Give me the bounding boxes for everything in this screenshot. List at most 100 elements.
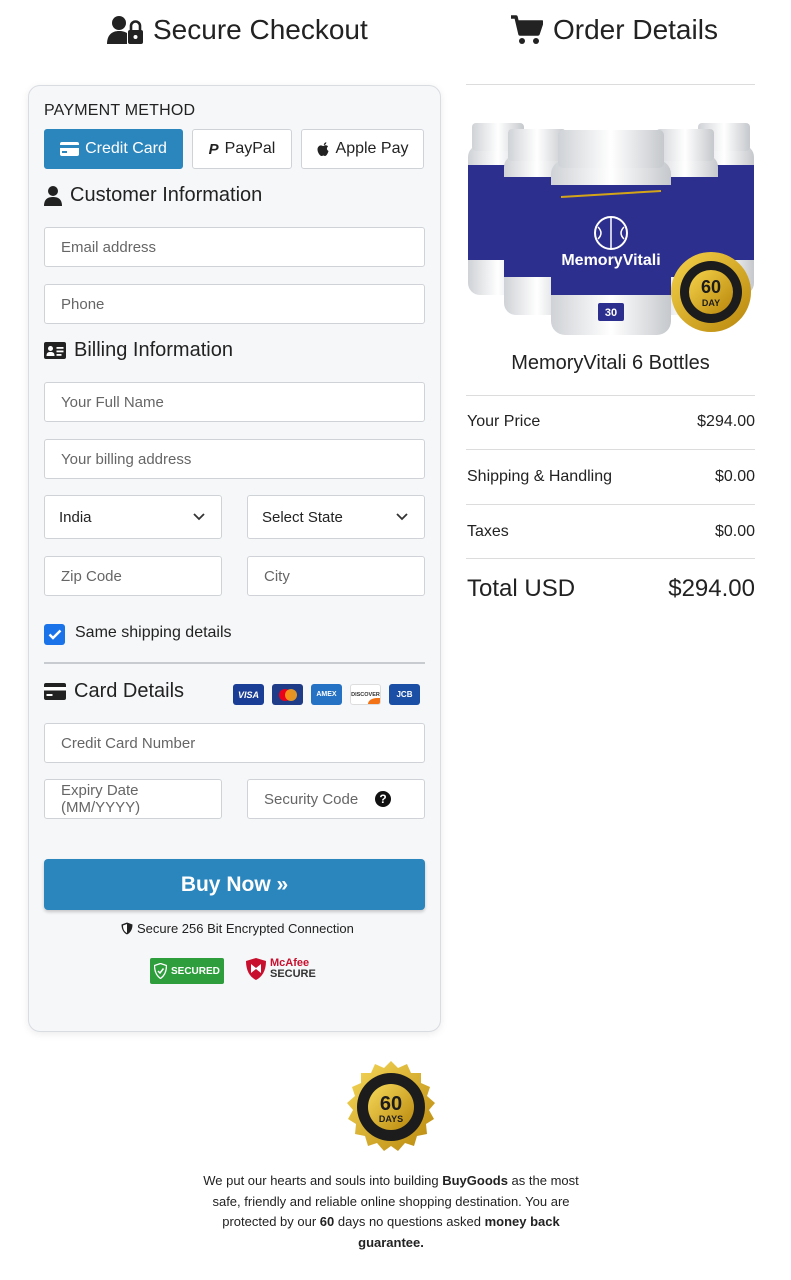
visa-logo: VISA	[233, 684, 264, 705]
guarantee-seal-days: DAYS	[379, 1114, 403, 1124]
user-lock-icon	[107, 16, 143, 44]
guarantee-seal-number: 60	[380, 1093, 402, 1115]
money-back-seal-small: 60 DAY	[671, 252, 751, 332]
billing-address-field[interactable]: Your billing address	[44, 439, 425, 479]
card-number-placeholder: Credit Card Number	[61, 734, 196, 752]
order-title: Order Details	[553, 14, 718, 45]
taxes-value: $0.00	[714, 523, 755, 540]
state-select[interactable]: Select State	[247, 495, 425, 539]
product-image: MemoryVitali 30 60 DAY	[468, 123, 754, 335]
order-rule	[466, 449, 755, 450]
total-value: $294.00	[668, 575, 755, 602]
zip-code-field[interactable]: Zip Code	[44, 556, 222, 596]
city-placeholder: City	[264, 567, 290, 585]
email-placeholder: Email address	[61, 238, 157, 256]
seal-day-text: DAY	[702, 298, 720, 308]
mcafee-secure-label: SECURE	[270, 968, 316, 980]
your-price-value: $294.00	[697, 413, 755, 430]
bottle-count-text: 30	[605, 307, 617, 319]
order-rule	[466, 558, 755, 559]
credit-card-option-label: Credit Card	[85, 140, 167, 157]
card-number-field[interactable]: Credit Card Number	[44, 723, 425, 763]
jcb-logo: JCB	[389, 684, 420, 705]
chevron-down-icon	[193, 513, 205, 521]
discover-label: DISCOVER	[351, 691, 380, 698]
expiry-date-field[interactable]: Expiry Date (MM/YYYY)	[44, 779, 222, 819]
id-card-icon	[44, 342, 66, 359]
paypal-icon: P	[208, 140, 219, 158]
taxes-label: Taxes	[467, 523, 509, 540]
apple-icon	[317, 141, 329, 156]
guarantee-days: 60	[319, 1214, 335, 1229]
trustguard-label: SECURED	[171, 965, 220, 977]
shipping-value: $0.00	[714, 468, 755, 485]
page-title: Secure Checkout	[153, 14, 368, 45]
billing-info-label: Billing Information	[74, 339, 233, 361]
accepted-cards: VISA AMEX DISCOVER JCB	[233, 684, 420, 705]
money-back-guarantee-seal: 60 DAYS	[347, 1061, 435, 1151]
checkmark-icon	[48, 629, 61, 640]
phone-field[interactable]: Phone	[44, 284, 425, 324]
order-rule	[466, 504, 755, 505]
same-shipping-label: Same shipping details	[75, 624, 232, 641]
your-price-label: Your Price	[467, 413, 541, 430]
secure-checkout-heading: Secure Checkout	[107, 14, 368, 46]
trustguard-secured-badge: SECURED	[150, 958, 224, 984]
shipping-label: Shipping & Handling	[467, 468, 612, 485]
bottle-front: MemoryVitali 30	[551, 130, 671, 335]
country-value: India	[59, 508, 92, 526]
amex-logo: AMEX	[311, 684, 342, 705]
secure-connection-text: Secure 256 Bit Encrypted Connection	[137, 921, 354, 936]
city-field[interactable]: City	[247, 556, 425, 596]
chevron-down-icon	[396, 513, 408, 521]
credit-card-icon	[60, 142, 80, 156]
mcafee-shield-icon	[246, 958, 266, 980]
user-icon	[44, 185, 62, 206]
order-details-heading: Order Details	[511, 14, 718, 46]
discover-logo: DISCOVER	[350, 684, 381, 705]
guarantee-text-part: days no questions asked	[334, 1214, 485, 1229]
apple-pay-option-button[interactable]: Apple Pay	[301, 129, 424, 169]
full-name-placeholder: Your Full Name	[61, 393, 164, 411]
secure-connection-note: Secure 256 Bit Encrypted Connection	[121, 921, 354, 936]
guarantee-text-part: We put our hearts and souls into buildin…	[203, 1173, 443, 1188]
security-code-field[interactable]: Security Code	[247, 779, 425, 819]
shield-icon	[121, 922, 133, 935]
product-name: MemoryVitali 6 Bottles	[511, 352, 710, 374]
mastercard-logo	[272, 684, 303, 705]
seal-number-text: 60	[701, 277, 721, 297]
email-field[interactable]: Email address	[44, 227, 425, 267]
total-label: Total USD	[467, 575, 576, 602]
card-details-label: Card Details	[74, 680, 185, 702]
guarantee-statement: We put our hearts and souls into buildin…	[200, 1171, 582, 1253]
state-value: Select State	[262, 508, 343, 526]
credit-card-option-button[interactable]: Credit Card	[44, 129, 183, 169]
customer-info-title: Customer Information	[44, 184, 262, 207]
phone-placeholder: Phone	[61, 295, 105, 313]
security-code-placeholder: Security Code	[264, 790, 359, 808]
billing-address-placeholder: Your billing address	[61, 450, 192, 468]
payment-method-label: PAYMENT METHOD	[44, 102, 196, 119]
paypal-option-label: PayPal	[224, 140, 276, 157]
guarantee-brand: BuyGoods	[442, 1173, 508, 1188]
same-shipping-checkbox[interactable]	[44, 624, 65, 645]
full-name-field[interactable]: Your Full Name	[44, 382, 425, 422]
card-details-title: Card Details	[44, 680, 184, 703]
question-circle-icon[interactable]: ?	[375, 791, 391, 807]
order-top-rule	[466, 84, 755, 85]
section-divider	[44, 662, 425, 664]
buy-now-button[interactable]: Buy Now »	[44, 859, 425, 910]
shopping-cart-icon	[511, 15, 543, 44]
expiry-placeholder: Expiry Date (MM/YYYY)	[61, 782, 141, 816]
zip-placeholder: Zip Code	[61, 567, 122, 585]
country-select[interactable]: India	[44, 495, 222, 539]
mastercard-icon	[278, 688, 297, 701]
apple-pay-option-label: Apple Pay	[335, 140, 409, 157]
paypal-option-button[interactable]: P PayPal	[192, 129, 292, 169]
billing-info-title: Billing Information	[44, 339, 233, 362]
customer-info-label: Customer Information	[70, 184, 263, 206]
mcafee-secure-badge: McAfee SECURE	[245, 957, 316, 981]
bottle-brand-text: MemoryVitali	[561, 252, 660, 269]
credit-card-icon	[44, 683, 66, 700]
order-rule	[466, 395, 755, 396]
